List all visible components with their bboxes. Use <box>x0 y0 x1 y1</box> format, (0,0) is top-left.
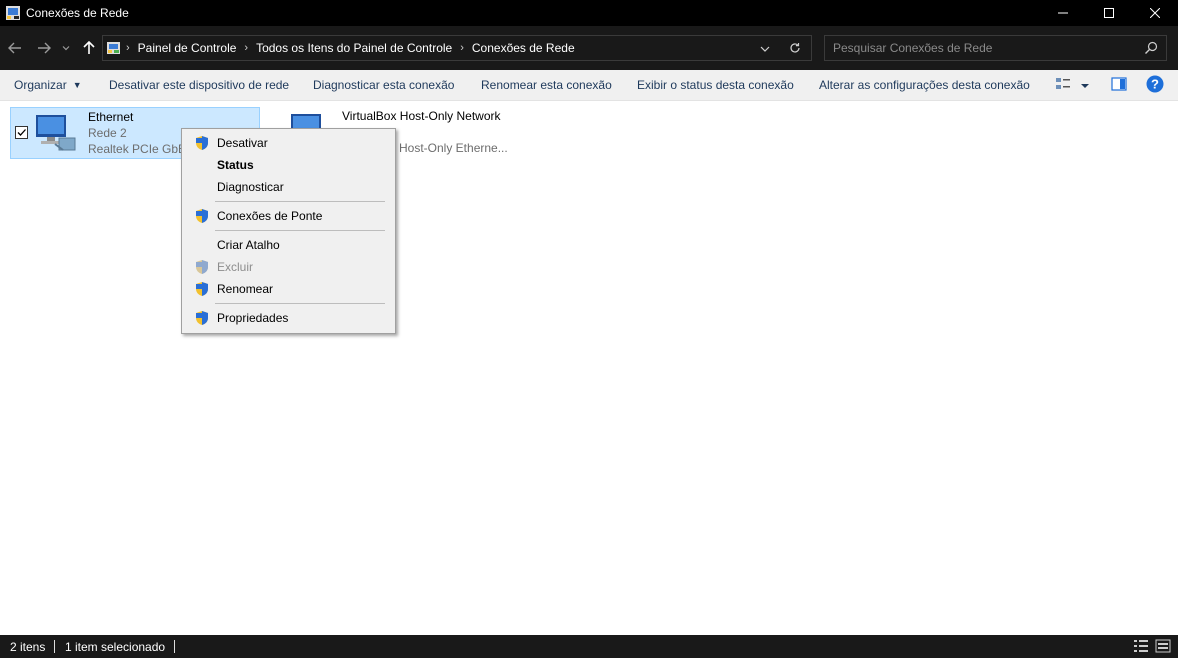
view-options-icon <box>1056 78 1070 89</box>
forward-button[interactable] <box>34 38 54 58</box>
status-divider <box>174 640 175 653</box>
menu-item-label: Excluir <box>217 260 254 274</box>
address-dropdown-button[interactable] <box>757 41 773 57</box>
preview-pane-button[interactable] <box>1111 76 1127 94</box>
connections-list: Ethernet Rede 2 Realtek PCIe GbE Virtual… <box>0 101 1178 635</box>
menu-item-status[interactable]: Status <box>184 154 393 176</box>
details-view-icon <box>1134 640 1148 652</box>
dropdown-caret-icon: ▼ <box>72 80 82 90</box>
menu-item-delete: Excluir <box>184 256 393 278</box>
menu-separator <box>215 230 385 231</box>
network-connections-icon <box>5 5 21 21</box>
menu-item-label: Status <box>217 158 254 172</box>
menu-item-label: Renomear <box>217 282 274 296</box>
menu-item-label: Diagnosticar <box>217 180 284 194</box>
navigation-bar: › Painel de Controle › Todos os Itens do… <box>0 26 1178 70</box>
title-bar: Conexões de Rede <box>0 0 1178 26</box>
help-button[interactable]: ? <box>1146 75 1164 93</box>
minimize-button[interactable] <box>1040 0 1086 26</box>
status-divider <box>54 640 55 653</box>
connection-adapter: Host-Only Etherne... <box>399 141 508 155</box>
context-menu: Desativar Status Diagnosticar Conexões d… <box>181 128 396 334</box>
command-bar: Organizar ▼ Desativar este dispositivo de… <box>0 70 1178 101</box>
svg-text:?: ? <box>1151 77 1159 92</box>
minimize-icon <box>1058 12 1068 14</box>
refresh-icon <box>790 43 800 53</box>
maximize-button[interactable] <box>1086 0 1132 26</box>
menu-separator <box>215 303 385 304</box>
menu-item-label: Desativar <box>217 136 268 150</box>
uac-shield-icon <box>194 310 210 326</box>
breadcrumb-separator: › <box>126 42 130 54</box>
uac-shield-icon <box>194 208 210 224</box>
view-dropdown-button[interactable] <box>1080 79 1090 97</box>
menu-item-create-shortcut[interactable]: Criar Atalho <box>184 234 393 256</box>
menu-item-label: Conexões de Ponte <box>217 209 323 223</box>
arrow-right-icon <box>38 42 51 54</box>
search-input[interactable] <box>825 36 1135 60</box>
connection-network: Rede 2 <box>88 126 127 140</box>
selection-count: 1 item selecionado <box>65 640 166 654</box>
view-status-button[interactable]: Exibir o status desta conexão <box>637 78 794 92</box>
menu-item-properties[interactable]: Propriedades <box>184 307 393 329</box>
back-button[interactable] <box>5 38 25 58</box>
close-icon <box>1150 8 1160 18</box>
arrow-left-icon <box>8 42 21 54</box>
menu-item-disable[interactable]: Desativar <box>184 132 393 154</box>
search-icon[interactable] <box>1144 41 1158 55</box>
chevron-down-icon <box>760 46 770 52</box>
close-button[interactable] <box>1132 0 1178 26</box>
rename-connection-button[interactable]: Renomear esta conexão <box>481 78 612 92</box>
breadcrumb-separator[interactable]: › <box>460 42 464 54</box>
change-settings-button[interactable]: Alterar as configurações desta conexão <box>819 78 1030 92</box>
address-bar[interactable]: › Painel de Controle › Todos os Itens do… <box>102 35 812 61</box>
checkmark-icon <box>17 129 26 136</box>
help-icon: ? <box>1146 75 1164 93</box>
chevron-down-icon <box>62 46 70 51</box>
status-bar: 2 itens 1 item selecionado <box>0 635 1178 658</box>
recent-locations-button[interactable] <box>58 38 74 58</box>
diagnose-connection-button[interactable]: Diagnosticar esta conexão <box>313 78 454 92</box>
details-view-button[interactable] <box>1133 639 1149 656</box>
item-checkbox[interactable] <box>15 126 28 139</box>
preview-pane-icon <box>1111 77 1127 91</box>
menu-separator <box>215 201 385 202</box>
disable-device-button[interactable]: Desativar este dispositivo de rede <box>109 78 289 92</box>
arrow-up-icon <box>83 41 95 54</box>
window-title: Conexões de Rede <box>26 6 129 20</box>
control-panel-icon <box>106 40 122 56</box>
maximize-icon <box>1104 8 1114 18</box>
organize-button[interactable]: Organizar ▼ <box>14 78 82 92</box>
uac-shield-icon <box>194 259 210 275</box>
connection-name: Ethernet <box>88 110 134 124</box>
menu-item-bridge[interactable]: Conexões de Ponte <box>184 205 393 227</box>
item-count: 2 itens <box>10 640 46 654</box>
tiles-view-button[interactable] <box>1155 639 1171 656</box>
uac-shield-icon <box>194 135 210 151</box>
organize-label: Organizar <box>14 78 67 92</box>
menu-item-rename[interactable]: Renomear <box>184 278 393 300</box>
search-box[interactable] <box>824 35 1167 61</box>
network-adapter-icon <box>33 110 81 158</box>
breadcrumb-control-panel[interactable]: Painel de Controle <box>138 41 237 55</box>
refresh-button[interactable] <box>787 40 803 56</box>
connection-adapter: Realtek PCIe GbE <box>88 142 187 156</box>
menu-item-label: Criar Atalho <box>217 238 280 252</box>
breadcrumb-network-connections[interactable]: Conexões de Rede <box>472 41 575 55</box>
menu-item-diagnose[interactable]: Diagnosticar <box>184 176 393 198</box>
connection-name: VirtualBox Host-Only Network <box>342 109 501 123</box>
menu-item-label: Propriedades <box>217 311 289 325</box>
uac-shield-icon <box>194 281 210 297</box>
tiles-view-icon <box>1155 639 1171 653</box>
breadcrumb-separator[interactable]: › <box>244 42 248 54</box>
change-view-button[interactable] <box>1055 76 1071 94</box>
breadcrumb-all-items[interactable]: Todos os Itens do Painel de Controle <box>256 41 452 55</box>
up-button[interactable] <box>79 38 99 58</box>
dropdown-caret-icon <box>1081 84 1089 88</box>
